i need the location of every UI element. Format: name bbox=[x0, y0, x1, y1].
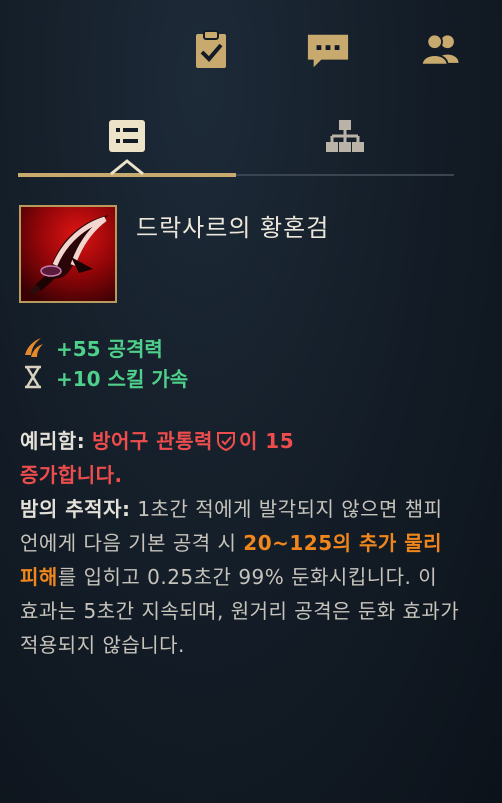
stat-attack-damage: +55 공격력 bbox=[20, 334, 163, 361]
active-tab-caret-icon bbox=[110, 159, 144, 176]
people-icon[interactable] bbox=[420, 28, 464, 72]
clipboard-check-icon[interactable] bbox=[189, 28, 233, 72]
list-icon bbox=[109, 120, 145, 152]
passive-2-text-b: 를 입히고 0.25초간 99% 둔화시킵니다. 이 효과는 5초간 지속되며,… bbox=[20, 565, 460, 657]
passive-2: 밤의 추적자: 1초간 적에게 발각되지 않으면 챔피언에게 다음 기본 공격 … bbox=[20, 492, 460, 662]
passive-1-name: 예리함: bbox=[20, 429, 86, 453]
item-name: 드락사르의 황혼검 bbox=[136, 214, 330, 242]
stat-attack-damage-text: +55 공격력 bbox=[56, 336, 163, 361]
passive-1-amount: 이 15 bbox=[238, 429, 295, 453]
stat-ability-haste: +10 스킬 가속 bbox=[20, 364, 189, 391]
tab-item-details[interactable] bbox=[18, 106, 236, 166]
armor-pen-shield-icon bbox=[216, 432, 235, 452]
hierarchy-icon bbox=[326, 120, 364, 152]
stat-ability-haste-text: +10 스킬 가속 bbox=[56, 366, 189, 391]
tab-item-build-tree[interactable] bbox=[236, 106, 454, 166]
passive-1-end: 증가합니다. bbox=[20, 463, 123, 487]
chat-bubble-icon[interactable] bbox=[306, 28, 350, 72]
item-icon bbox=[19, 205, 117, 303]
hourglass-icon bbox=[20, 364, 46, 390]
tab-bar bbox=[18, 106, 454, 182]
top-icon-bar bbox=[0, 28, 502, 72]
passive-1: 예리함: 방어구 관통력 이 15 증가합니다. bbox=[20, 424, 460, 492]
passive-2-name: 밤의 추적자: bbox=[20, 497, 131, 521]
red-scythe-blade-icon bbox=[21, 207, 115, 301]
passive-1-armor-pen: 방어구 관통력 bbox=[92, 429, 213, 453]
item-description: 예리함: 방어구 관통력 이 15 증가합니다. 밤의 추적자: 1초간 적에게… bbox=[20, 424, 460, 662]
claw-icon bbox=[20, 334, 46, 360]
